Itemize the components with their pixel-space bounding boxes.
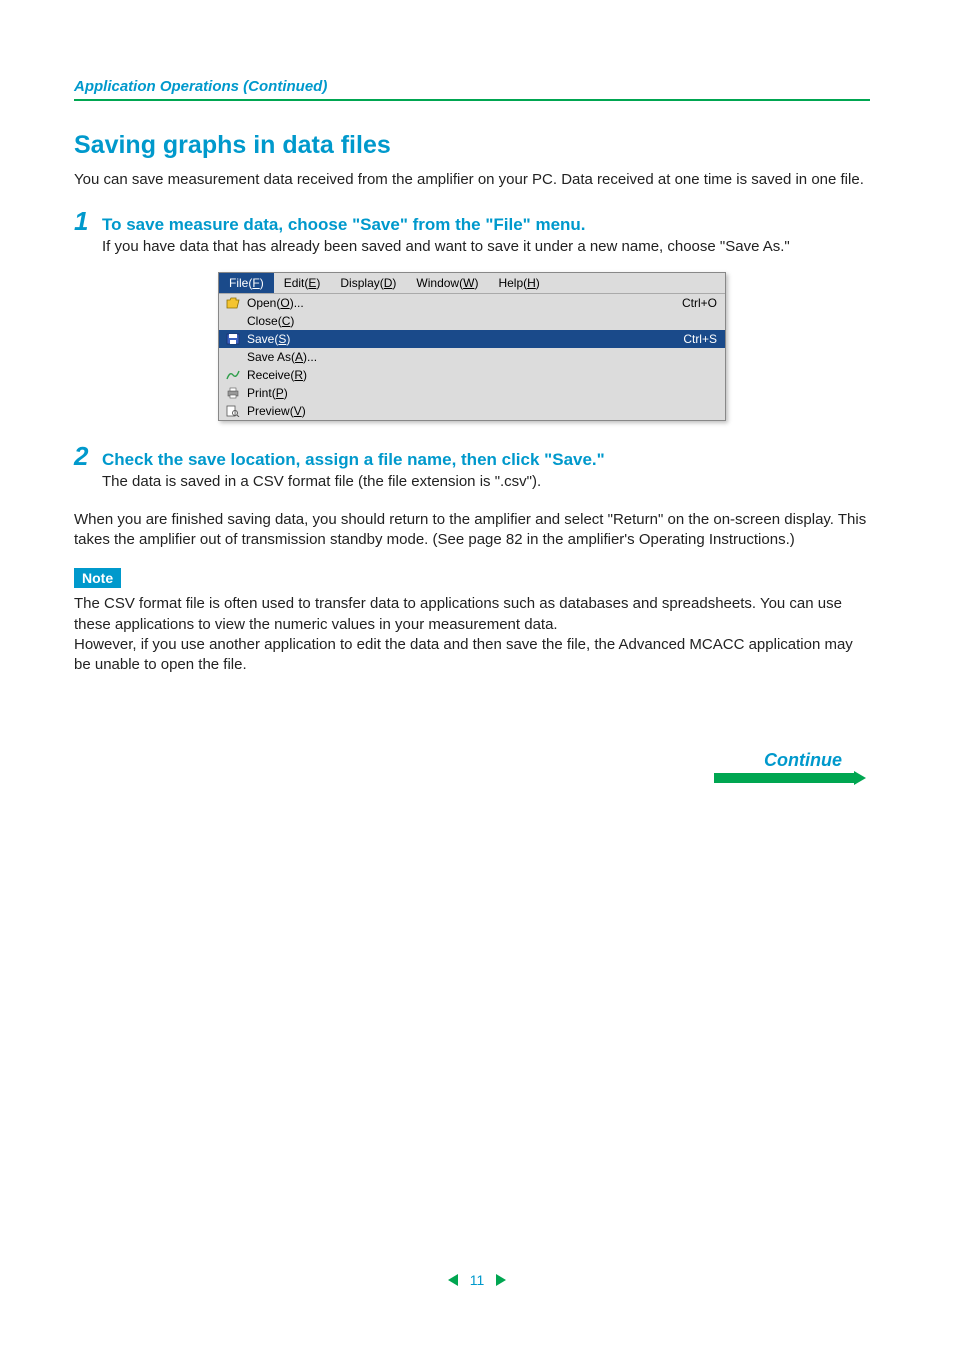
preview-icon [225, 404, 241, 418]
menubar: File(F) Edit(E) Display(D) Window(W) Hel… [219, 273, 725, 294]
blank-icon [225, 350, 241, 364]
print-icon [225, 386, 241, 400]
menu-item-save[interactable]: Save(S) Ctrl+S [219, 330, 725, 348]
step-2: 2 Check the save location, assign a file… [74, 443, 870, 492]
menu-item-close[interactable]: Close(C) [219, 312, 725, 330]
prev-page-icon[interactable] [448, 1274, 458, 1286]
note-text-1: The CSV format file is often used to tra… [74, 594, 870, 635]
step-number: 2 [74, 443, 92, 469]
note-text-2: However, if you use another application … [74, 635, 870, 676]
shortcut: Ctrl+O [682, 296, 717, 310]
menu-item-save-as[interactable]: Save As(A)... [219, 348, 725, 366]
menu-edit[interactable]: Edit(E) [274, 273, 331, 293]
continue-indicator: Continue [714, 750, 854, 783]
receive-icon [225, 368, 241, 382]
menu-item-receive[interactable]: Receive(R) [219, 366, 725, 384]
file-dropdown: Open(O)... Ctrl+O Close(C) Save(S) Ctrl+… [219, 294, 725, 420]
breadcrumb: Application Operations (Continued) [74, 78, 870, 101]
menu-help[interactable]: Help(H) [488, 273, 549, 293]
menu-display[interactable]: Display(D) [330, 273, 406, 293]
page-number: 11 [466, 1272, 489, 1288]
menu-file[interactable]: File(F) [219, 273, 274, 293]
page-number-nav: 11 [0, 1272, 954, 1288]
section-title: Saving graphs in data files [74, 131, 870, 160]
step-title: To save measure data, choose "Save" from… [102, 215, 586, 235]
intro-text: You can save measurement data received f… [74, 170, 870, 190]
continue-label: Continue [764, 750, 842, 771]
menu-item-print[interactable]: Print(P) [219, 384, 725, 402]
after-steps-text: When you are finished saving data, you s… [74, 510, 870, 551]
shortcut: Ctrl+S [683, 332, 717, 346]
open-icon [225, 296, 241, 310]
menu-window[interactable]: Window(W) [406, 273, 488, 293]
next-page-icon[interactable] [496, 1274, 506, 1286]
step-1: 1 To save measure data, choose "Save" fr… [74, 208, 870, 257]
step-title: Check the save location, assign a file n… [102, 450, 605, 470]
save-icon [225, 332, 241, 346]
app-window: File(F) Edit(E) Display(D) Window(W) Hel… [218, 272, 726, 421]
continue-arrow-icon [714, 773, 854, 783]
blank-icon [225, 314, 241, 328]
menu-item-preview[interactable]: Preview(V) [219, 402, 725, 420]
note-block: Note The CSV format file is often used t… [74, 568, 870, 675]
step-number: 1 [74, 208, 92, 234]
step-body: If you have data that has already been s… [102, 237, 870, 257]
menu-item-open[interactable]: Open(O)... Ctrl+O [219, 294, 725, 312]
note-badge: Note [74, 568, 121, 588]
step-body: The data is saved in a CSV format file (… [102, 472, 870, 492]
